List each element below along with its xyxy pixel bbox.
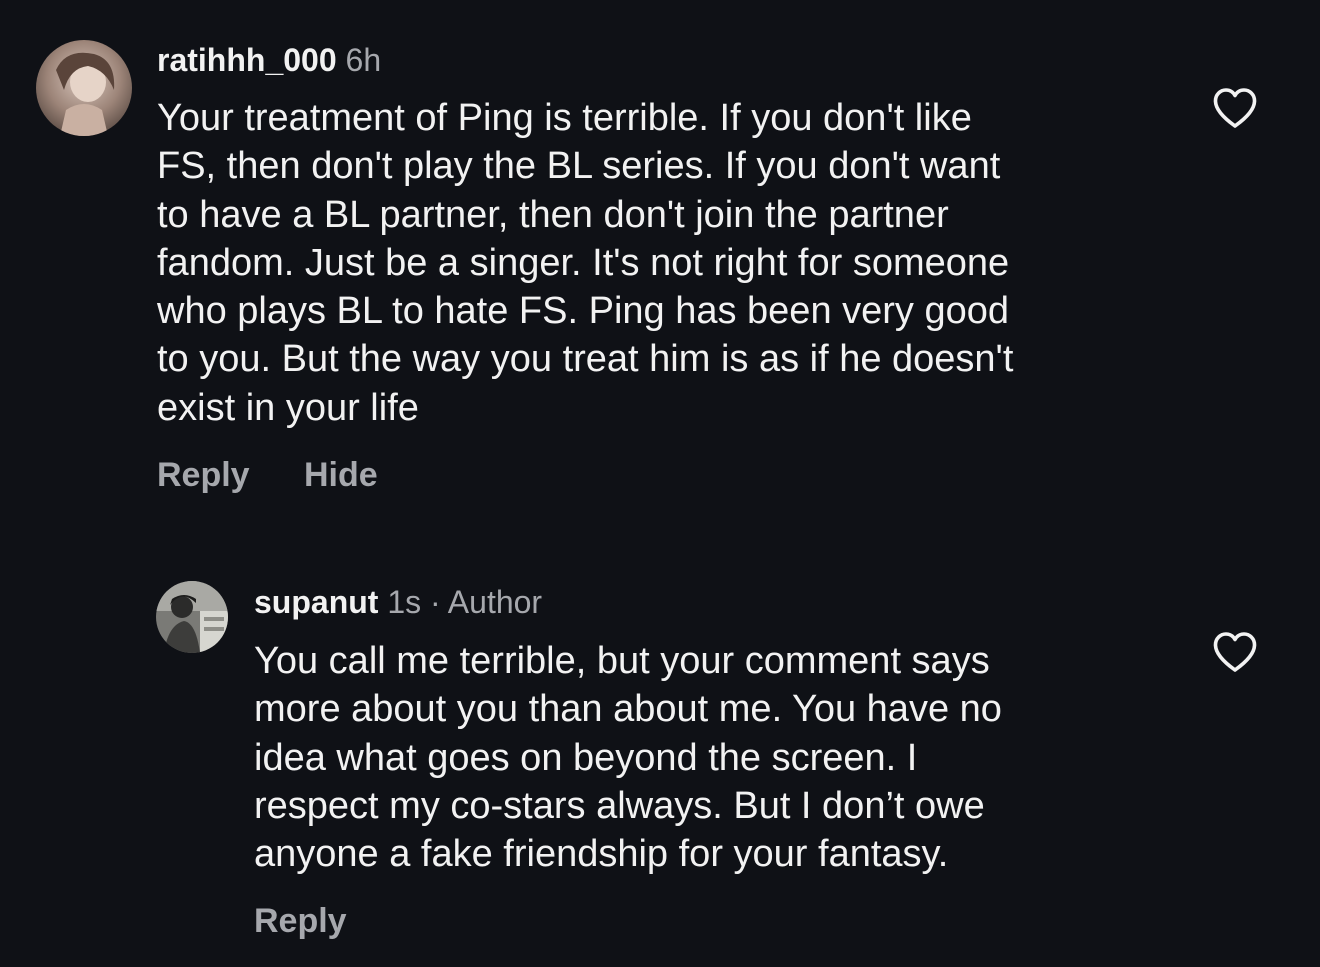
comment-body-line: more about you than about me. You have n… bbox=[254, 688, 1002, 731]
comment-body-line: Your treatment of Ping is terrible. If y… bbox=[157, 97, 972, 139]
like-button[interactable] bbox=[1211, 630, 1259, 674]
comment-body-line: respect my co-stars always. But I don’t … bbox=[254, 784, 985, 827]
reply-button[interactable]: Reply bbox=[254, 901, 347, 941]
comment-body-line: fandom. Just be a singer. It's not right… bbox=[157, 241, 1010, 284]
comment-item: ratihhh_000 6h Your treatment of Ping is… bbox=[0, 0, 1320, 520]
username[interactable]: supanut bbox=[254, 584, 378, 620]
comment-body-line: who plays BL to hate FS. Ping has been v… bbox=[157, 290, 1010, 333]
author-badge: Author bbox=[447, 584, 543, 620]
comment-body-line: to you. But the way you treat him is as … bbox=[157, 338, 1014, 381]
comment-header: supanut 1s · Author bbox=[254, 582, 542, 622]
comment-body-line: FS, then don't play the BL series. If yo… bbox=[157, 145, 1001, 188]
comment-body-line: exist in your life bbox=[157, 386, 419, 429]
avatar-photo bbox=[36, 40, 132, 136]
heart-outline-icon bbox=[1213, 632, 1257, 672]
avatar[interactable] bbox=[156, 581, 228, 653]
separator-dot: · bbox=[430, 584, 441, 620]
avatar[interactable] bbox=[36, 40, 132, 136]
timestamp: 6h bbox=[345, 42, 382, 78]
username[interactable]: ratihhh_000 bbox=[157, 42, 337, 78]
heart-outline-icon bbox=[1213, 88, 1257, 128]
reply-button[interactable]: Reply bbox=[157, 455, 250, 495]
reply-comment-item: supanut 1s · Author You call me terrible… bbox=[0, 560, 1320, 960]
like-button[interactable] bbox=[1211, 86, 1259, 130]
comment-body-line: idea what goes on beyond the screen. I bbox=[254, 736, 918, 779]
comment-body: You call me terrible, but your comment s… bbox=[254, 637, 1002, 878]
comment-body: Your treatment of Ping is terrible. If y… bbox=[157, 94, 1013, 432]
comment-body-line: You call me terrible, but your comment s… bbox=[254, 640, 990, 682]
comment-header: ratihhh_000 6h bbox=[157, 40, 381, 80]
avatar-photo bbox=[156, 581, 228, 653]
comment-body-line: to have a BL partner, then don't join th… bbox=[157, 193, 949, 236]
comment-body-line: anyone a fake friendship for your fantas… bbox=[254, 833, 949, 876]
hide-button[interactable]: Hide bbox=[304, 455, 378, 495]
timestamp: 1s bbox=[387, 584, 422, 620]
